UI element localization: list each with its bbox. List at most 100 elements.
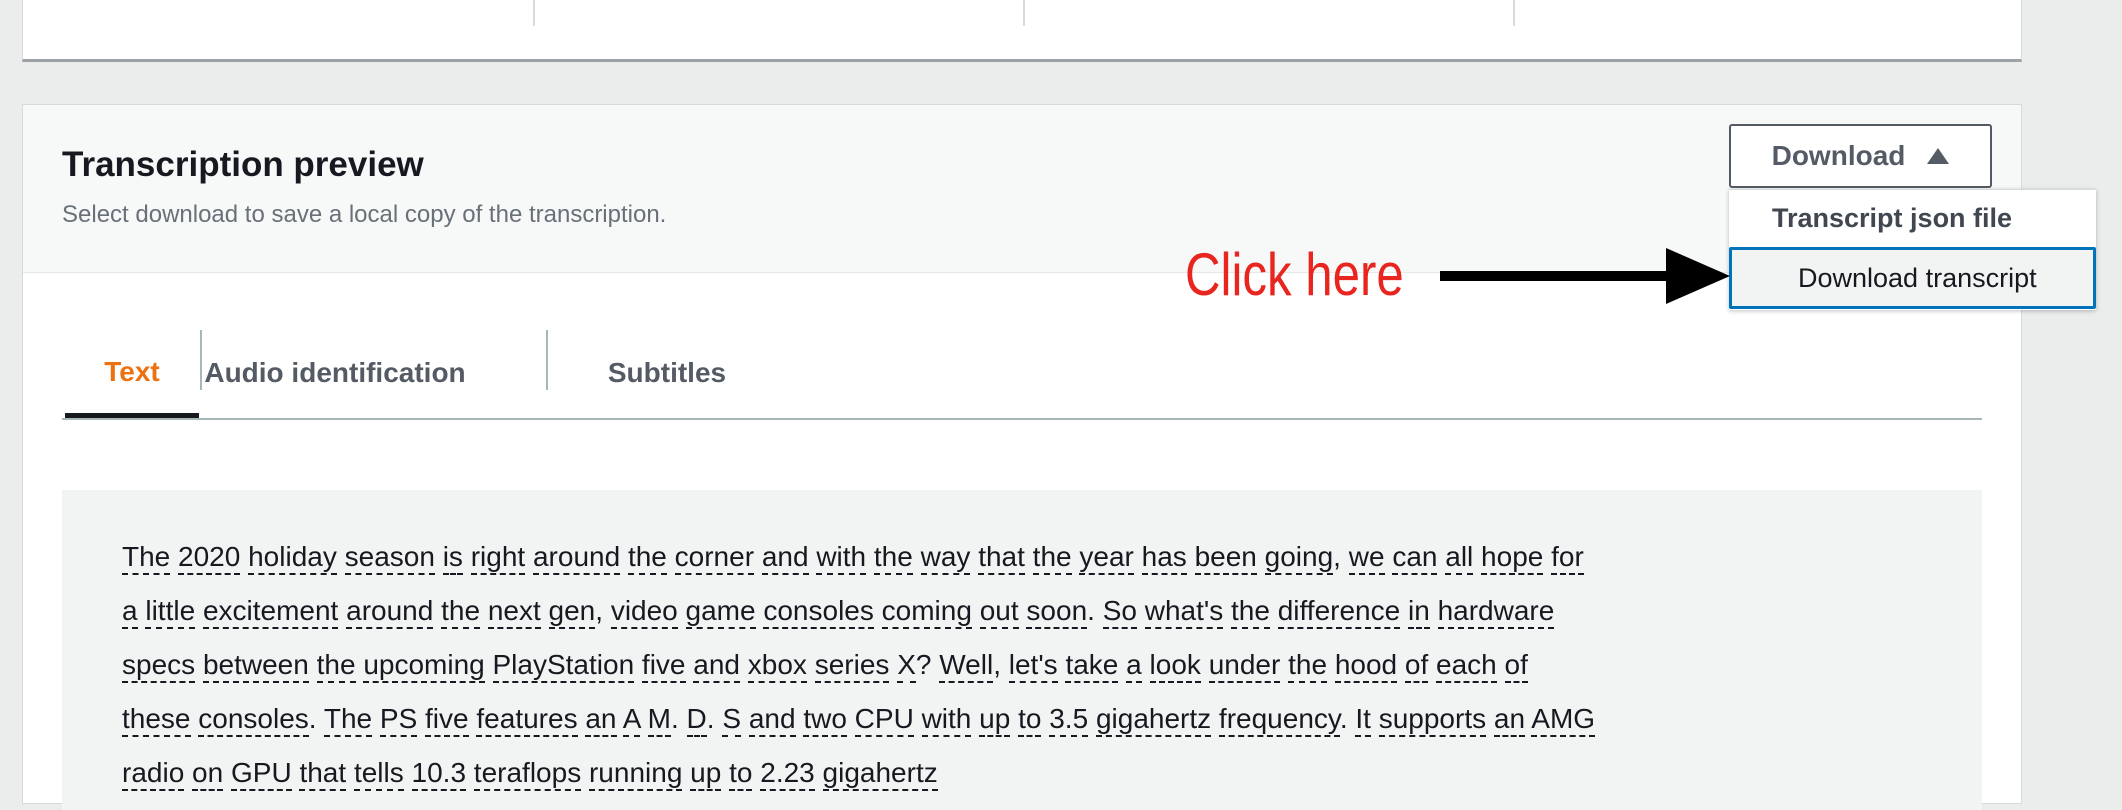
- tab-audio-identification[interactable]: Audio identification: [202, 330, 468, 416]
- transcript-word[interactable]: 2.23: [760, 757, 815, 791]
- transcript-word[interactable]: CPU: [854, 703, 914, 737]
- transcript-word[interactable]: the: [873, 541, 913, 575]
- transcript-word[interactable]: with: [921, 703, 972, 737]
- transcript-word[interactable]: So: [1102, 595, 1137, 629]
- transcript-word[interactable]: corner: [674, 541, 755, 575]
- transcript-word[interactable]: the: [1288, 649, 1328, 683]
- transcript-word[interactable]: the: [441, 595, 481, 629]
- transcript-word[interactable]: to: [729, 757, 753, 791]
- transcript-word[interactable]: next: [487, 595, 541, 629]
- transcript-word[interactable]: series: [814, 649, 890, 683]
- transcript-word[interactable]: The: [122, 541, 171, 575]
- transcript-word[interactable]: of: [1504, 649, 1528, 683]
- transcript-word[interactable]: with: [816, 541, 867, 575]
- download-button[interactable]: Download: [1729, 124, 1992, 188]
- transcript-word[interactable]: gigahertz: [822, 757, 938, 791]
- transcript-word[interactable]: and: [761, 541, 809, 575]
- transcript-word[interactable]: we: [1348, 541, 1385, 575]
- transcript-word[interactable]: right: [470, 541, 526, 575]
- transcript-word[interactable]: 3.5: [1049, 703, 1089, 737]
- transcript-word[interactable]: coming: [881, 595, 972, 629]
- transcript-word[interactable]: Well: [939, 649, 994, 683]
- transcript-word[interactable]: around: [346, 595, 434, 629]
- transcript-word[interactable]: little: [145, 595, 196, 629]
- transcript-word[interactable]: D: [686, 703, 707, 737]
- menu-item-download-transcript[interactable]: Download transcript: [1729, 247, 2096, 309]
- transcript-word[interactable]: has: [1141, 541, 1187, 575]
- transcript-word[interactable]: AMG: [1531, 703, 1596, 737]
- transcript-word[interactable]: PlayStation: [492, 649, 635, 683]
- transcript-word[interactable]: all: [1445, 541, 1474, 575]
- menu-item-transcript-json[interactable]: Transcript json file: [1729, 190, 2096, 247]
- transcript-word[interactable]: 10.3: [411, 757, 467, 791]
- transcript-word[interactable]: gigahertz: [1095, 703, 1212, 737]
- transcript-word[interactable]: consoles: [763, 595, 874, 629]
- transcript-word[interactable]: season: [344, 541, 435, 575]
- transcript-word[interactable]: S: [722, 703, 742, 737]
- transcript-word[interactable]: excitement: [202, 595, 339, 629]
- transcript-word[interactable]: that: [978, 541, 1025, 575]
- transcript-word[interactable]: up: [690, 757, 722, 791]
- transcript-word[interactable]: the: [1032, 541, 1072, 575]
- transcript-word[interactable]: and: [748, 703, 796, 737]
- transcript-word[interactable]: been: [1194, 541, 1257, 575]
- transcript-word[interactable]: for: [1551, 541, 1584, 575]
- transcript-word[interactable]: teraflops: [473, 757, 582, 791]
- transcript-word[interactable]: way: [920, 541, 971, 575]
- transcript-word[interactable]: specs: [122, 649, 196, 683]
- transcript-word[interactable]: to: [1018, 703, 1042, 737]
- transcript-word[interactable]: and: [693, 649, 740, 683]
- transcript-word[interactable]: X: [897, 649, 916, 683]
- transcript-word[interactable]: frequency: [1218, 703, 1340, 737]
- transcript-word[interactable]: under: [1208, 649, 1281, 683]
- transcript-word[interactable]: take: [1065, 649, 1119, 683]
- transcript-word[interactable]: look: [1149, 649, 1201, 683]
- transcript-word[interactable]: each: [1436, 649, 1497, 683]
- transcript-word[interactable]: M: [647, 703, 671, 737]
- transcript-word[interactable]: holiday: [248, 541, 337, 575]
- transcript-word[interactable]: the: [316, 649, 356, 683]
- transcript-word[interactable]: on: [192, 757, 224, 791]
- transcript-word[interactable]: GPU: [230, 757, 292, 791]
- transcript-word[interactable]: between: [202, 649, 309, 683]
- transcript-word[interactable]: It: [1355, 703, 1371, 737]
- transcript-word[interactable]: hood: [1334, 649, 1398, 683]
- transcript-word[interactable]: xbox: [747, 649, 807, 683]
- transcript-word[interactable]: up: [979, 703, 1011, 737]
- transcript-word[interactable]: of: [1404, 649, 1429, 683]
- transcript-word[interactable]: is: [442, 541, 463, 575]
- transcript-word[interactable]: hardware: [1437, 595, 1555, 629]
- transcript-word[interactable]: game: [685, 595, 756, 629]
- transcript-word[interactable]: video: [610, 595, 678, 629]
- transcript-word[interactable]: running: [588, 757, 683, 791]
- transcript-word[interactable]: can: [1392, 541, 1438, 575]
- transcript-word[interactable]: The: [323, 703, 373, 737]
- transcript-word[interactable]: the: [1231, 595, 1270, 629]
- transcript-word[interactable]: five: [425, 703, 469, 737]
- transcript-word[interactable]: upcoming: [363, 649, 485, 683]
- transcript-word[interactable]: hope: [1481, 541, 1544, 575]
- transcript-word[interactable]: out: [979, 595, 1019, 629]
- transcript-word[interactable]: an: [1493, 703, 1526, 737]
- transcript-word[interactable]: what's: [1144, 595, 1224, 629]
- transcript-word[interactable]: around: [532, 541, 621, 575]
- transcript-word[interactable]: PS: [379, 703, 418, 737]
- transcript-word[interactable]: going: [1264, 541, 1334, 575]
- transcript-word[interactable]: 2020: [178, 541, 241, 575]
- transcript-word[interactable]: features: [476, 703, 578, 737]
- transcript-word[interactable]: a: [122, 595, 138, 629]
- transcript-word[interactable]: let's: [1008, 649, 1058, 683]
- transcript-word[interactable]: radio: [122, 757, 185, 791]
- transcript-word[interactable]: five: [641, 649, 686, 683]
- transcript-word[interactable]: difference: [1277, 595, 1401, 629]
- transcript-word[interactable]: year: [1079, 541, 1134, 575]
- transcript-word[interactable]: in: [1407, 595, 1430, 629]
- transcript-word[interactable]: gen: [548, 595, 596, 629]
- transcript-word[interactable]: soon: [1026, 595, 1088, 629]
- transcript-word[interactable]: an: [585, 703, 617, 737]
- transcript-word[interactable]: the: [627, 541, 667, 575]
- transcript-word[interactable]: these: [122, 703, 191, 737]
- tab-text[interactable]: Text: [65, 330, 199, 418]
- transcript-word[interactable]: a: [1126, 649, 1142, 683]
- transcript-word[interactable]: A: [622, 703, 640, 737]
